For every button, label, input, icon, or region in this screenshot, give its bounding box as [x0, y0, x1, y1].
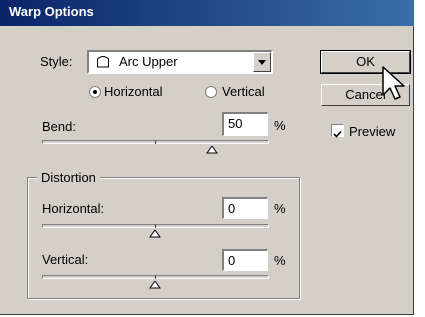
bend-unit: % [274, 118, 286, 133]
horizontal-radio[interactable] [89, 86, 101, 98]
distortion-horizontal-unit: % [274, 201, 286, 216]
distortion-horizontal-slider-thumb-icon[interactable] [149, 230, 161, 238]
distortion-vertical-center-tick [155, 275, 156, 279]
bend-input[interactable]: 50 [222, 112, 268, 136]
bend-slider-thumb-icon[interactable] [206, 146, 218, 154]
style-label: Style: [40, 54, 73, 69]
bend-label: Bend: [42, 119, 76, 134]
distortion-vertical-input[interactable]: 0 [222, 249, 268, 271]
dropdown-arrow-icon[interactable] [253, 52, 271, 72]
mouse-cursor-icon [382, 66, 405, 100]
window-title: Warp Options [9, 4, 94, 19]
checkmark-icon [333, 130, 342, 138]
distortion-vertical-slider-thumb-icon[interactable] [149, 281, 161, 289]
warp-options-dialog: Warp Options Style: Arc Upper Horizontal… [0, 0, 414, 315]
preview-checkbox[interactable] [331, 124, 344, 138]
vertical-radio-label[interactable]: Vertical [222, 84, 265, 99]
distortion-vertical-slider-track[interactable] [42, 275, 269, 279]
distortion-legend: Distortion [37, 170, 100, 185]
style-value: Arc Upper [119, 54, 178, 69]
bend-slider-track[interactable] [42, 140, 269, 144]
distortion-horizontal-center-tick [155, 224, 156, 228]
distortion-horizontal-slider-track[interactable] [42, 224, 269, 228]
arc-upper-icon [97, 56, 109, 68]
title-bar[interactable]: Warp Options [0, 0, 414, 26]
distortion-vertical-label: Vertical: [42, 252, 89, 267]
style-dropdown[interactable]: Arc Upper [87, 50, 273, 74]
distortion-vertical-unit: % [274, 253, 286, 268]
bend-slider-center-tick [155, 140, 156, 144]
vertical-radio[interactable] [205, 86, 217, 98]
horizontal-radio-label[interactable]: Horizontal [104, 84, 163, 99]
distortion-group [27, 177, 300, 299]
distortion-horizontal-label: Horizontal: [42, 201, 105, 216]
distortion-horizontal-input[interactable]: 0 [222, 197, 268, 219]
preview-label[interactable]: Preview [349, 124, 395, 139]
